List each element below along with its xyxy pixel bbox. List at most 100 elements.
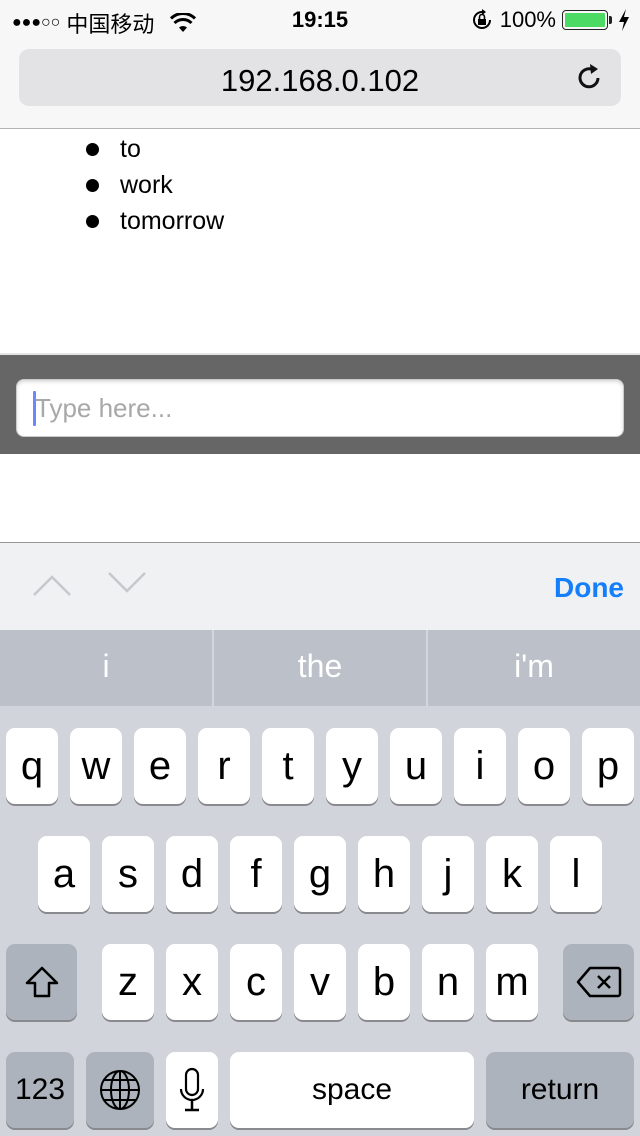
predictive-suggestions: i the i'm xyxy=(0,630,640,706)
keyboard-accessory-bar: Done xyxy=(0,542,640,630)
key-g[interactable]: g xyxy=(294,836,346,912)
list-item: to xyxy=(86,131,224,167)
key-label: f xyxy=(250,851,262,896)
numbers-key[interactable]: 123 xyxy=(6,1052,74,1128)
key-k[interactable]: k xyxy=(486,836,538,912)
key-label: s xyxy=(118,851,138,896)
key-label: l xyxy=(571,851,581,896)
chevron-up-icon[interactable] xyxy=(32,569,72,599)
url-text[interactable]: 192.168.0.102 xyxy=(19,63,621,99)
battery-icon xyxy=(562,10,608,30)
key-label: p xyxy=(596,743,620,788)
input-placeholder: Type here... xyxy=(35,393,173,423)
page-blank-area xyxy=(0,454,640,542)
key-h[interactable]: h xyxy=(358,836,410,912)
key-label: m xyxy=(495,959,529,1004)
key-p[interactable]: p xyxy=(582,728,634,804)
key-label: h xyxy=(372,851,396,896)
key-label: d xyxy=(180,851,204,896)
key-label: u xyxy=(404,743,428,788)
status-bar: ●●●○○ 中国移动 19:15 100% xyxy=(0,0,640,40)
delete-key[interactable] xyxy=(563,944,634,1020)
list-item: work xyxy=(86,167,224,203)
key-i[interactable]: i xyxy=(454,728,506,804)
key-q[interactable]: q xyxy=(6,728,58,804)
key-label: z xyxy=(118,959,138,1004)
keyboard: 123 space return qwer t yu i op asd f gh j k l zxcv… xyxy=(0,706,640,1136)
key-u[interactable]: u xyxy=(390,728,442,804)
shift-icon xyxy=(25,966,58,998)
key-label: q xyxy=(20,743,44,788)
key-label: b xyxy=(372,959,396,1004)
key-label: x xyxy=(182,959,202,1004)
charging-bolt-icon xyxy=(619,9,629,31)
input-bar: Type here... xyxy=(0,353,640,454)
key-y[interactable]: y xyxy=(326,728,378,804)
battery-tip xyxy=(609,16,612,24)
key-label: y xyxy=(342,743,362,788)
message-list: to work tomorrow xyxy=(86,131,224,239)
key-label: g xyxy=(308,851,332,896)
key-n[interactable]: n xyxy=(422,944,474,1020)
message-input[interactable]: Type here... xyxy=(16,379,624,437)
key-label: a xyxy=(52,851,76,896)
suggestion-item[interactable]: i'm xyxy=(426,630,640,706)
key-d[interactable]: d xyxy=(166,836,218,912)
key-label: k xyxy=(502,851,522,896)
page-content: to work tomorrow xyxy=(0,129,640,353)
key-r[interactable]: r xyxy=(198,728,250,804)
list-item-text: to xyxy=(120,134,141,163)
reload-icon[interactable] xyxy=(575,62,605,92)
key-b[interactable]: b xyxy=(358,944,410,1020)
key-label: e xyxy=(148,743,172,788)
battery-percent: 100% xyxy=(499,7,556,32)
suggestion-item[interactable]: i xyxy=(0,630,212,706)
list-item-text: work xyxy=(120,170,173,199)
numbers-key-label: 123 xyxy=(14,1073,66,1106)
chevron-down-icon[interactable] xyxy=(107,569,147,599)
globe-icon xyxy=(100,1070,140,1110)
bullet-icon xyxy=(86,214,99,228)
suggestion-item[interactable]: the xyxy=(212,630,426,706)
browser-toolbar: 192.168.0.102 xyxy=(0,40,640,129)
key-e[interactable]: e xyxy=(134,728,186,804)
globe-key[interactable] xyxy=(86,1052,154,1128)
list-item-text: tomorrow xyxy=(120,206,225,235)
key-f[interactable]: f xyxy=(230,836,282,912)
battery-level-fill xyxy=(565,13,605,27)
key-o[interactable]: o xyxy=(518,728,570,804)
key-label: t xyxy=(282,743,294,788)
key-label: o xyxy=(532,743,556,788)
return-key-label: return xyxy=(520,1073,600,1106)
list-item: tomorrow xyxy=(86,203,224,239)
key-j[interactable]: j xyxy=(422,836,474,912)
key-z[interactable]: z xyxy=(102,944,154,1020)
key-label: j xyxy=(443,851,453,896)
key-c[interactable]: c xyxy=(230,944,282,1020)
key-label: i xyxy=(475,743,485,788)
microphone-icon xyxy=(179,1067,205,1112)
space-key-label: space xyxy=(311,1073,393,1106)
key-label: w xyxy=(81,743,111,788)
key-w[interactable]: w xyxy=(70,728,122,804)
backspace-icon xyxy=(576,966,621,998)
key-a[interactable]: a xyxy=(38,836,90,912)
key-label: n xyxy=(436,959,460,1004)
address-bar[interactable]: 192.168.0.102 xyxy=(19,49,621,106)
dictation-key[interactable] xyxy=(166,1052,218,1128)
key-label: v xyxy=(310,959,330,1004)
key-x[interactable]: x xyxy=(166,944,218,1020)
key-l[interactable]: l xyxy=(550,836,602,912)
rotation-lock-icon xyxy=(472,9,491,29)
key-m[interactable]: m xyxy=(486,944,538,1020)
key-s[interactable]: s xyxy=(102,836,154,912)
key-t[interactable]: t xyxy=(262,728,314,804)
shift-key[interactable] xyxy=(6,944,77,1020)
key-v[interactable]: v xyxy=(294,944,346,1020)
return-key[interactable]: return xyxy=(486,1052,634,1128)
bullet-icon xyxy=(86,142,99,156)
done-button[interactable]: Done xyxy=(554,572,624,604)
key-label: c xyxy=(246,959,266,1004)
bullet-icon xyxy=(86,178,99,192)
space-key[interactable]: space xyxy=(230,1052,474,1128)
